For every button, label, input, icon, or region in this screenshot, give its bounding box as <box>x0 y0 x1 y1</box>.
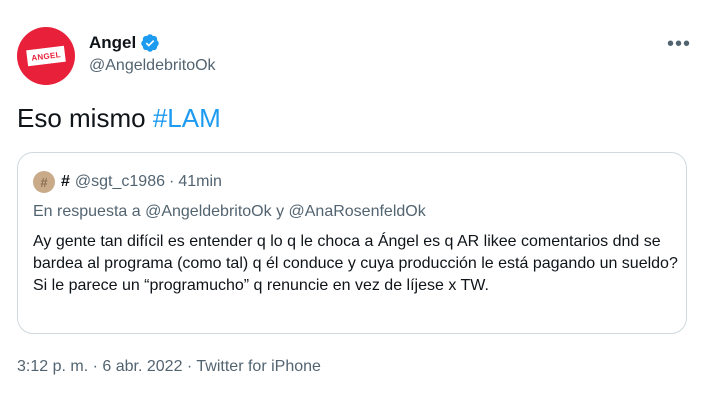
tweet-date[interactable]: 6 abr. 2022 <box>102 358 182 375</box>
author-avatar[interactable]: ANGEL <box>17 27 75 85</box>
more-options-icon[interactable]: ••• <box>667 34 691 54</box>
verified-badge-icon <box>141 34 159 52</box>
quoted-author-handle[interactable]: @sgt_c1986 <box>75 173 165 191</box>
separator-dot: · <box>92 358 98 375</box>
hashtag-link[interactable]: #LAM <box>153 103 221 133</box>
reply-context: En respuesta a @AngeldebritoOk y @AnaRos… <box>33 203 426 221</box>
reply-mention-2[interactable]: @AnaRosenfeldOk <box>289 203 426 220</box>
reply-prefix: En respuesta a <box>33 203 141 220</box>
tweet-time[interactable]: 3:12 p. m. <box>17 358 88 375</box>
tweet-card: ANGEL Angel @AngeldebritoOk ••• Eso mism… <box>0 0 725 413</box>
avatar-logo: ANGEL <box>26 45 66 67</box>
reply-mention-1[interactable]: @AngeldebritoOk <box>145 203 272 220</box>
quoted-timestamp[interactable]: 41min <box>178 173 222 191</box>
quoted-tweet[interactable]: # # @sgt_c1986 · 41min En respuesta a @A… <box>17 152 687 334</box>
separator-dot: · <box>168 173 175 190</box>
separator-dot: · <box>186 358 193 375</box>
quoted-author-avatar[interactable]: # <box>33 171 55 193</box>
tweet-metadata: 3:12 p. m. · 6 abr. 2022 · Twitter for i… <box>17 358 321 376</box>
reply-joiner: y <box>276 203 285 220</box>
author-handle[interactable]: @AngeldebritoOk <box>89 57 216 75</box>
quoted-tweet-header: # # @sgt_c1986 · 41min <box>33 171 222 193</box>
quoted-tweet-body: Ay gente tan difícil es entender q lo q … <box>33 233 678 294</box>
tweet-source[interactable]: Twitter for iPhone <box>196 358 321 375</box>
tweet-text: Eso mismo #LAM <box>17 103 221 134</box>
author-name-row: Angel <box>89 33 160 53</box>
tweet-text-body: Eso mismo <box>17 103 146 133</box>
author-display-name[interactable]: Angel <box>89 33 136 53</box>
quoted-author-name[interactable]: # <box>61 173 70 191</box>
